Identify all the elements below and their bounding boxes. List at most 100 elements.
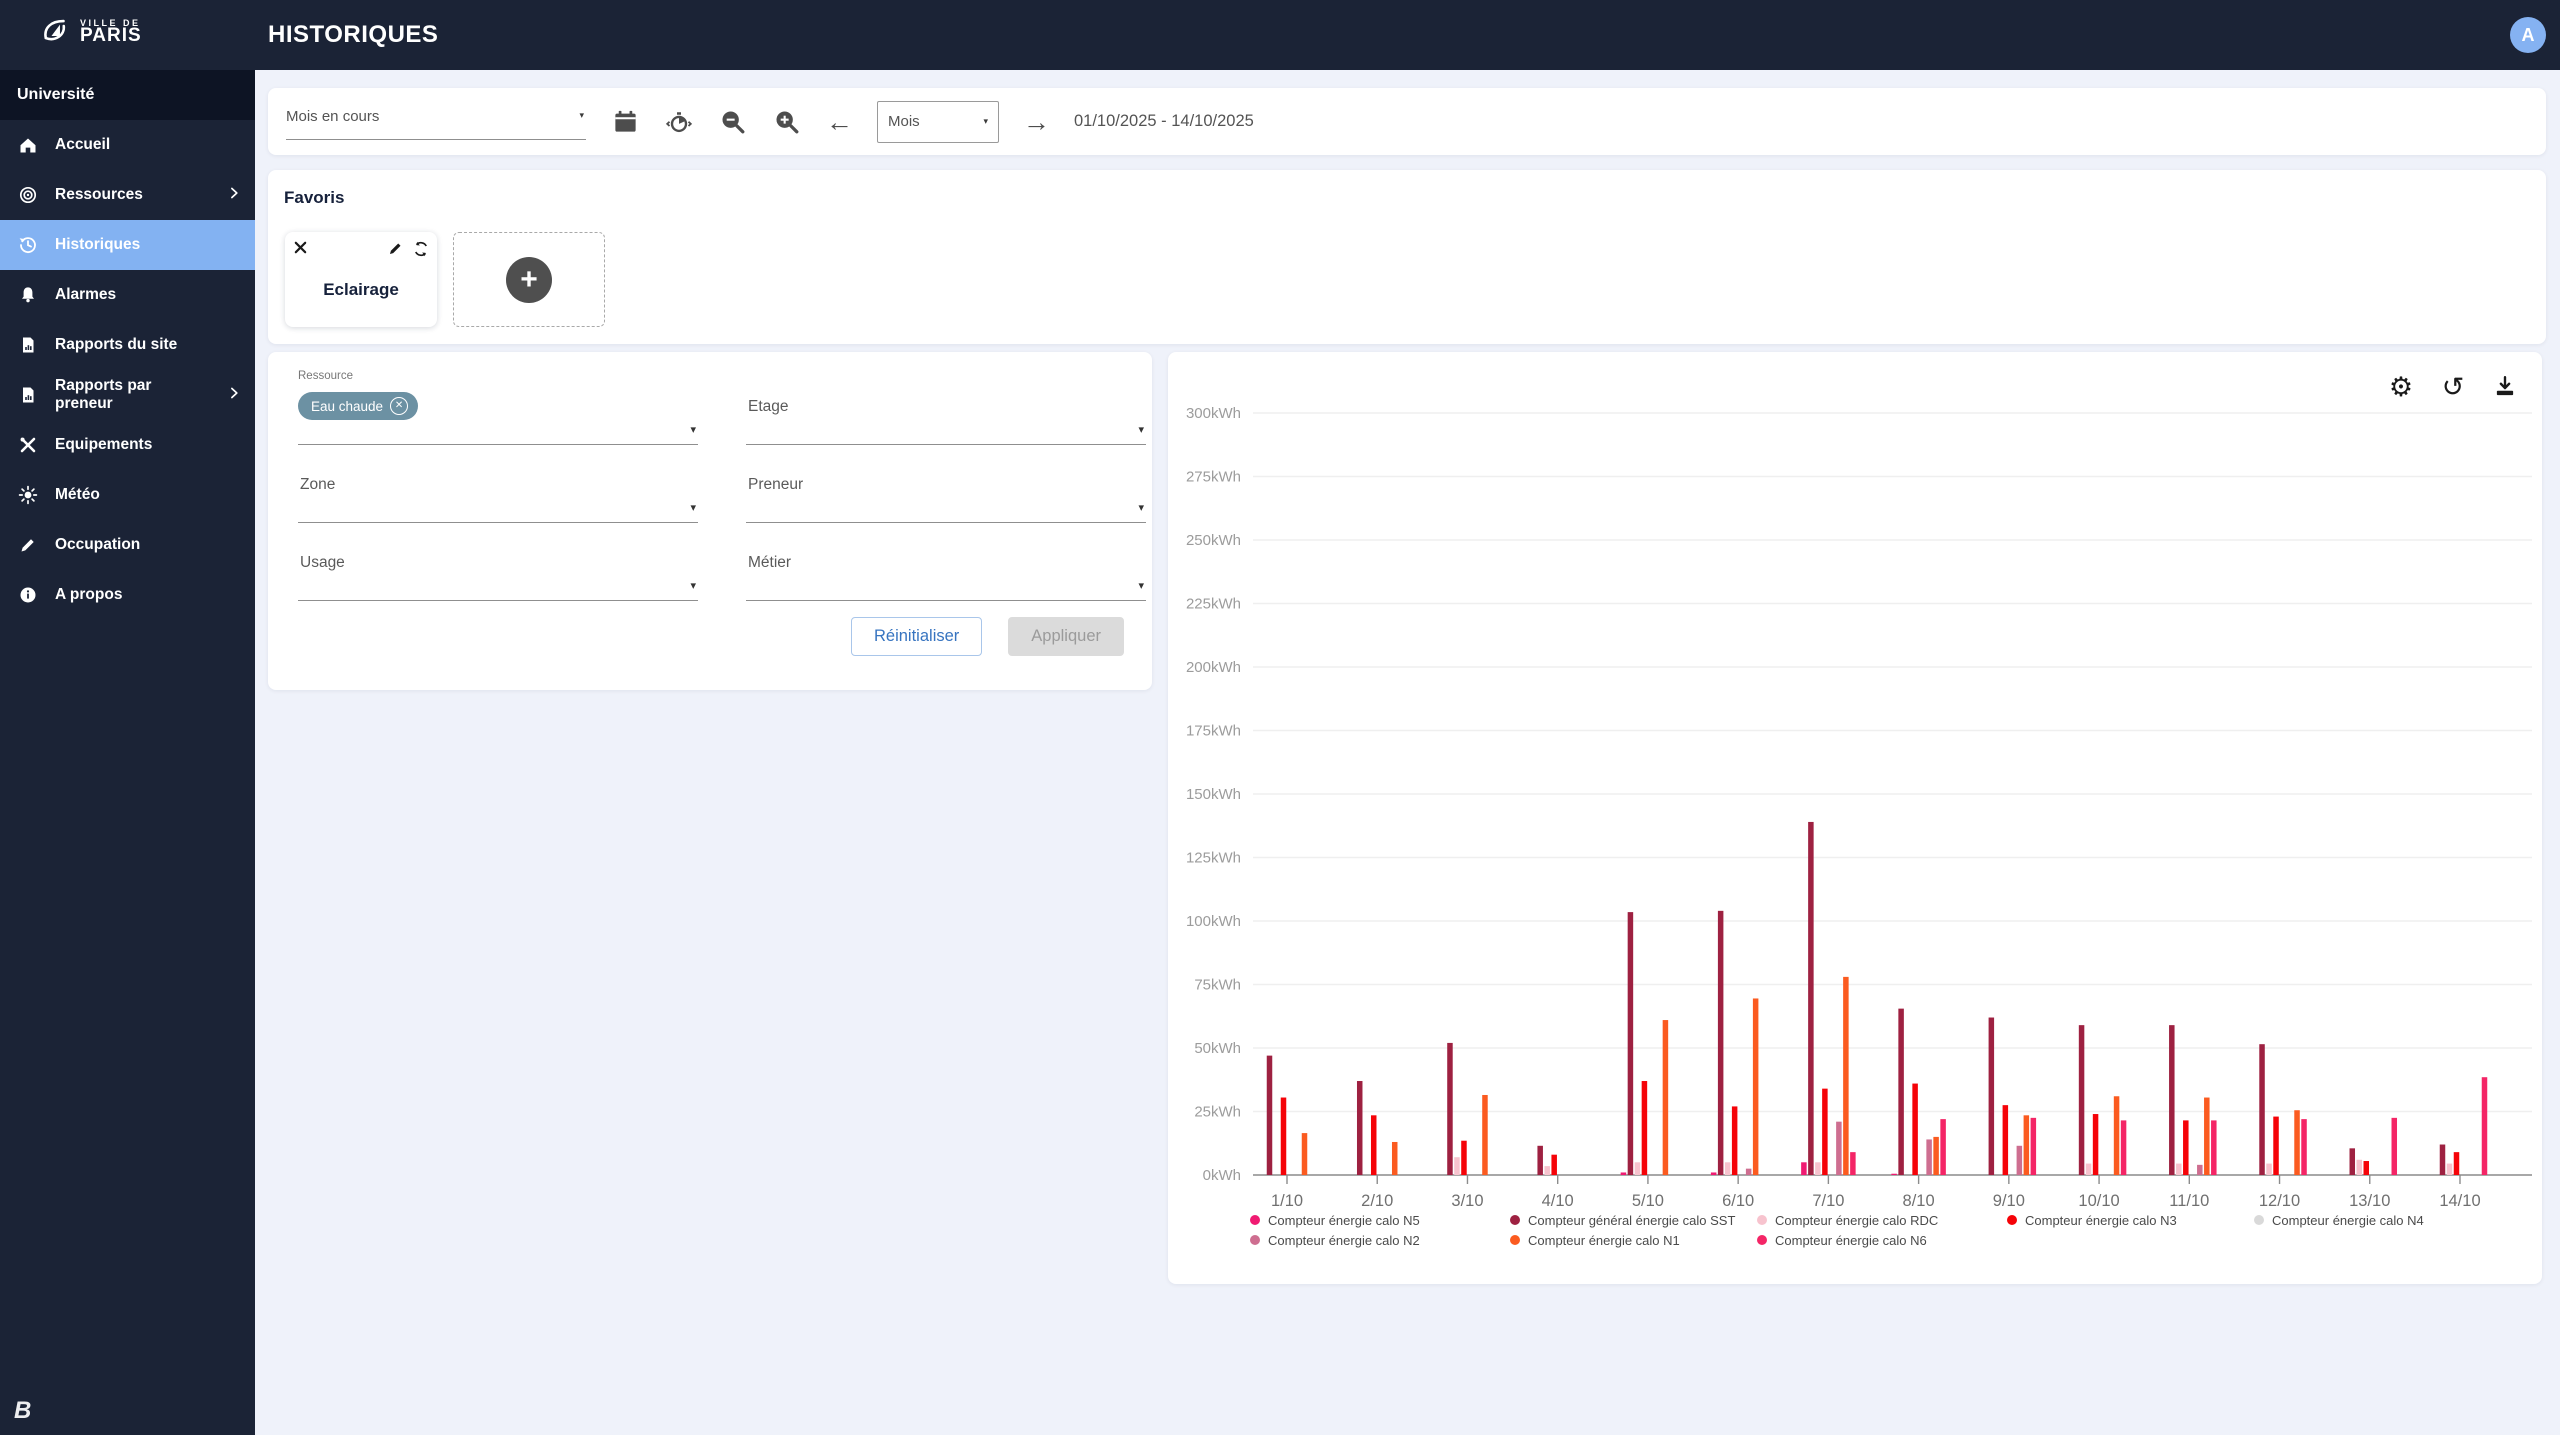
svg-text:125kWh: 125kWh (1186, 850, 1241, 867)
legend-label: Compteur énergie calo N5 (1268, 1212, 1420, 1228)
next-period-arrow[interactable]: → (1023, 107, 1050, 137)
paris-logo: VILLE DE PARIS (38, 14, 142, 48)
user-avatar[interactable]: A (2510, 17, 2546, 53)
sidebar-item-label: Occupation (55, 536, 141, 553)
edit-icon[interactable] (387, 240, 404, 257)
legend-label: Compteur énergie calo N2 (1268, 1232, 1420, 1248)
svg-text:50kWh: 50kWh (1194, 1040, 1241, 1057)
svg-text:100kWh: 100kWh (1186, 913, 1241, 930)
reset-button[interactable]: Réinitialiser (851, 617, 983, 656)
caret-down-icon: ▾ (1138, 424, 1144, 436)
sidebar-item-historiques[interactable]: Historiques (0, 220, 255, 270)
chart-download-icon[interactable] (2490, 372, 2520, 402)
info-icon (17, 584, 39, 606)
svg-text:14/10: 14/10 (2439, 1192, 2480, 1210)
sidebar-item-occupation[interactable]: Occupation (0, 520, 255, 570)
sidebar-item-label: Historiques (55, 236, 141, 253)
svg-text:5/10: 5/10 (1632, 1192, 1664, 1210)
sidebar-item-meteo[interactable]: Météo (0, 470, 255, 520)
legend-item[interactable]: Compteur énergie calo RDC (1757, 1213, 2007, 1228)
preneur-select[interactable]: Preneur ▾ (746, 470, 1146, 523)
sidebar-item-label: Accueil (55, 136, 111, 153)
svg-text:7/10: 7/10 (1812, 1192, 1844, 1210)
close-icon[interactable] (293, 240, 309, 256)
chip-remove-icon[interactable]: ✕ (390, 397, 409, 415)
period-select-value: Mois en cours (286, 107, 380, 125)
report-icon (17, 384, 39, 406)
apply-button[interactable]: Appliquer (1008, 617, 1124, 656)
svg-text:9/10: 9/10 (1993, 1192, 2025, 1210)
sidebar-item-alarmes[interactable]: Alarmes (0, 270, 255, 320)
caret-down-icon: ▾ (690, 502, 696, 514)
legend-item[interactable]: Compteur général énergie calo SST (1510, 1213, 1757, 1228)
legend-label: Compteur énergie calo RDC (1775, 1212, 1939, 1228)
legend-item[interactable]: Compteur énergie calo N2 (1250, 1233, 1510, 1248)
caret-down-icon: ▾ (579, 109, 584, 120)
legend-label: Compteur énergie calo N1 (1528, 1232, 1680, 1248)
footer-logo: B (14, 1397, 32, 1424)
legend-item[interactable]: Compteur énergie calo N6 (1757, 1233, 2007, 1248)
svg-text:150kWh: 150kWh (1186, 786, 1241, 803)
sidebar-item-equipements[interactable]: Equipements (0, 420, 255, 470)
sidebar-item-label: Alarmes (55, 286, 117, 303)
previous-period-arrow[interactable]: ← (826, 107, 853, 137)
favorites-panel: Favoris Eclairage + (268, 170, 2546, 344)
legend-dot (2007, 1215, 2017, 1225)
legend-dot (1510, 1235, 1520, 1245)
favorites-heading: Favoris (284, 188, 345, 207)
caret-down-icon: ▾ (983, 116, 988, 126)
svg-text:8/10: 8/10 (1903, 1192, 1935, 1210)
resource-chip: Eau chaude ✕ (298, 392, 419, 420)
granularity-select[interactable]: Mois ▾ (877, 100, 999, 143)
tools-icon (17, 434, 39, 456)
zone-select[interactable]: Zone ▾ (298, 470, 698, 523)
pencil-icon (17, 534, 39, 556)
sidebar-item-rapports-preneur[interactable]: Rapports par preneur (0, 370, 255, 420)
resource-select[interactable]: Eau chaude ✕ ▾ (298, 392, 698, 445)
svg-text:0kWh: 0kWh (1203, 1167, 1241, 1184)
bar-chart[interactable]: 0kWh 25kWh 50kWh 75kWh 100kWh 125kWh 150kWh 175… (1168, 352, 2542, 1284)
sidebar-item-label: A propos (55, 586, 123, 603)
chart-settings-icon[interactable]: ⚙ (2386, 372, 2416, 402)
sidebar-item-apropos[interactable]: A propos (0, 570, 255, 620)
date-range-label: 01/10/2025 - 14/10/2025 (1074, 112, 1254, 130)
svg-text:13/10: 13/10 (2349, 1192, 2390, 1210)
legend-item[interactable]: Compteur énergie calo N3 (2007, 1213, 2254, 1228)
zoom-out-icon[interactable] (718, 107, 748, 137)
chevron-right-icon (227, 186, 241, 205)
sidebar-item-label: Ressources (55, 186, 143, 203)
logo-line2: PARIS (80, 25, 142, 46)
zoom-in-icon[interactable] (772, 107, 802, 137)
refresh-icon[interactable] (412, 240, 429, 257)
etage-select[interactable]: Etage ▾ (746, 392, 1146, 445)
legend-item[interactable]: Compteur énergie calo N1 (1510, 1233, 1757, 1248)
timer-icon[interactable] (664, 107, 694, 137)
favorite-card-eclairage[interactable]: Eclairage (285, 232, 437, 327)
caret-down-icon: ▾ (690, 580, 696, 592)
sidebar-item-ressources[interactable]: Ressources (0, 170, 255, 220)
svg-text:10/10: 10/10 (2078, 1192, 2119, 1210)
top-bar: VILLE DE PARIS HISTORIQUES A (0, 0, 2560, 70)
paris-boat-icon (44, 19, 66, 41)
usage-select[interactable]: Usage ▾ (298, 548, 698, 601)
filters-panel: Ressource Eau chaude ✕ ▾ Etage ▾ Zone ▾ (268, 352, 1152, 690)
calendar-icon[interactable] (610, 107, 640, 137)
resource-label: Ressource (298, 370, 353, 382)
legend-dot (1757, 1215, 1767, 1225)
legend-item[interactable]: Compteur énergie calo N4 (2254, 1213, 2504, 1228)
metier-select[interactable]: Métier ▾ (746, 548, 1146, 601)
app-root: VILLE DE PARIS HISTORIQUES A Université … (0, 0, 2560, 1435)
chart-reset-icon[interactable]: ↺ (2438, 372, 2468, 402)
legend-label: Compteur énergie calo N4 (2272, 1212, 2424, 1228)
period-select[interactable]: Mois en cours ▾ (286, 104, 586, 140)
svg-text:200kWh: 200kWh (1186, 659, 1241, 676)
sidebar-item-accueil[interactable]: Accueil (0, 120, 255, 170)
sidebar-item-rapports-site[interactable]: Rapports du site (0, 320, 255, 370)
caret-down-icon: ▾ (690, 424, 696, 436)
legend-label: Compteur énergie calo N6 (1775, 1232, 1927, 1248)
legend-item[interactable]: Compteur énergie calo N5 (1250, 1213, 1510, 1228)
add-favorite-button[interactable]: + (453, 232, 605, 327)
svg-text:75kWh: 75kWh (1194, 977, 1241, 994)
favorite-card-label: Eclairage (323, 280, 399, 299)
page-title: HISTORIQUES (268, 21, 439, 48)
